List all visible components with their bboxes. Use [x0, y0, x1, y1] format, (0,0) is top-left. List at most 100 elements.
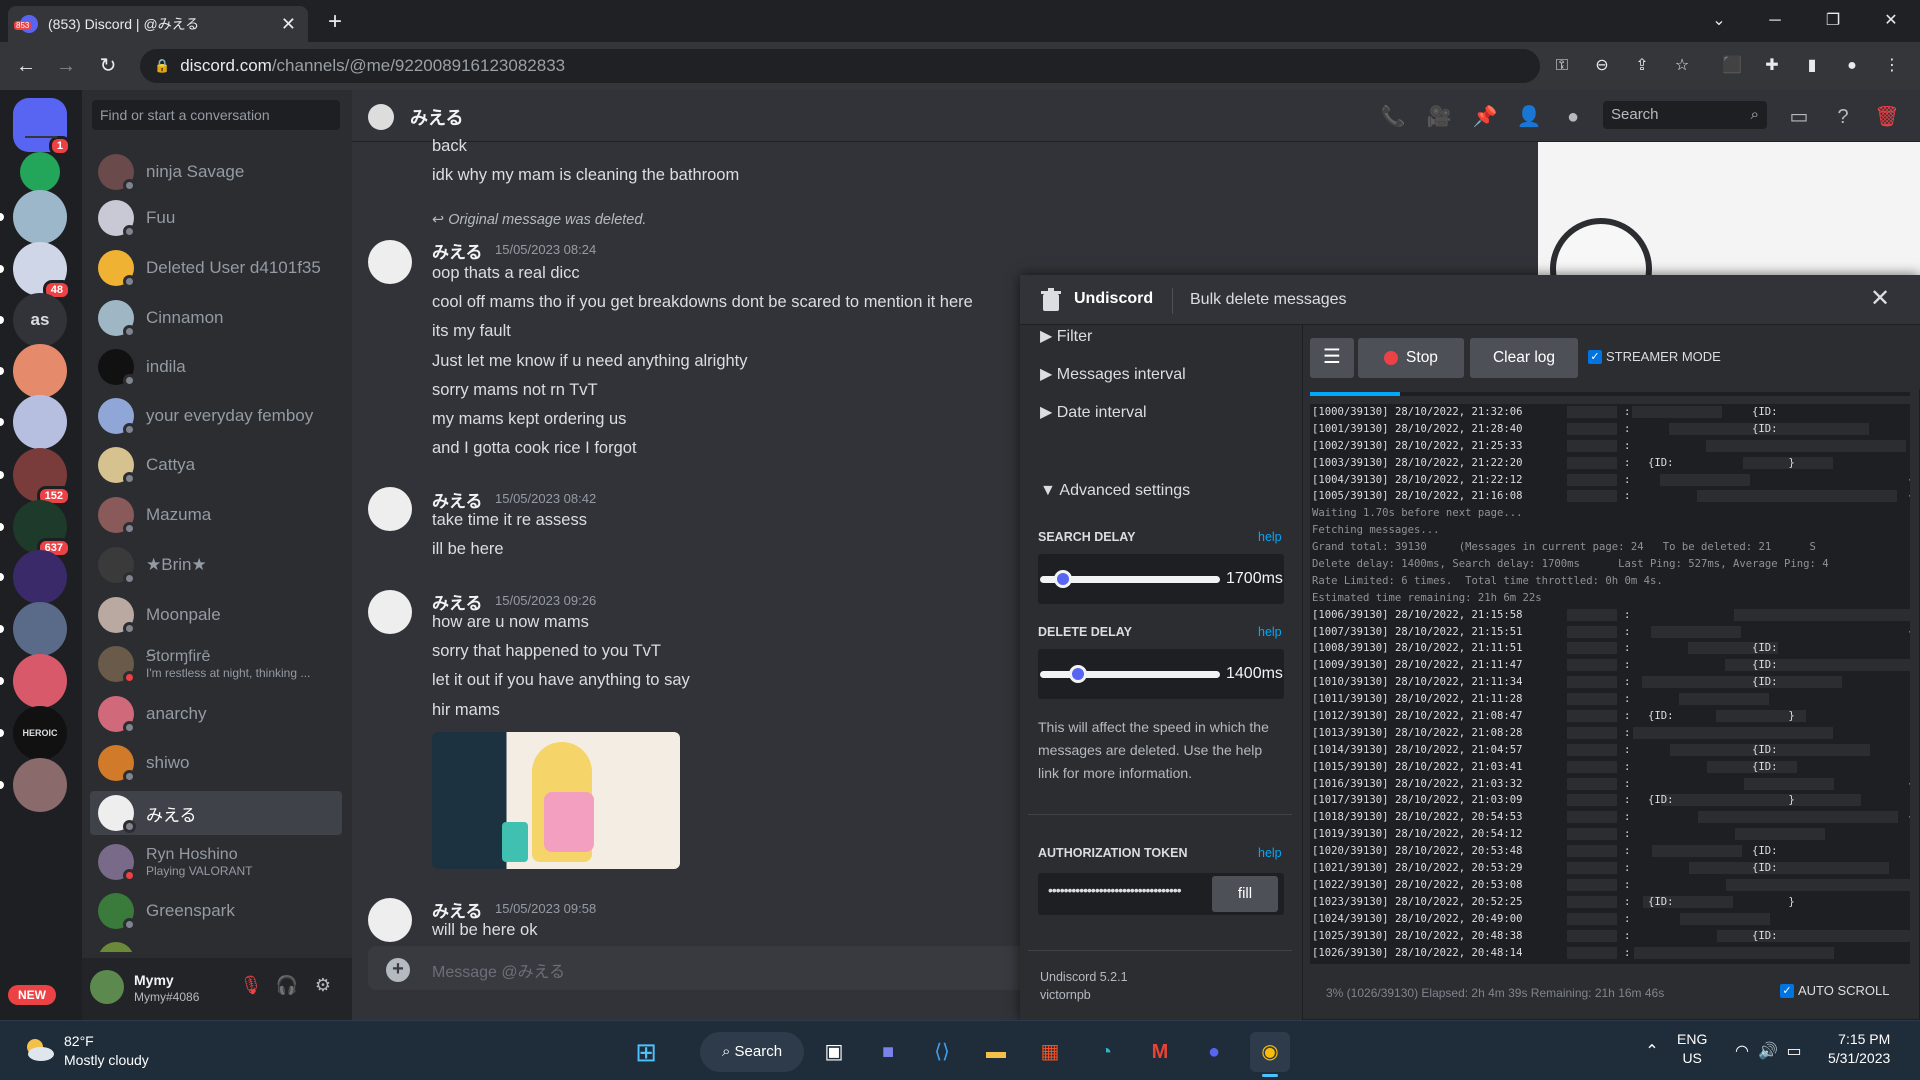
show-hidden-icons-icon[interactable]: ⌃ [1632, 1032, 1672, 1072]
server-icon[interactable] [20, 152, 60, 192]
fill-token-button[interactable]: fill [1212, 876, 1278, 912]
discord-app-icon[interactable]: ● [1194, 1032, 1234, 1072]
dm-item[interactable]: Ꞩtorɱfirē I'm restless at night, thinking… [90, 642, 342, 686]
server-icon[interactable]: as [13, 293, 67, 347]
deletion-log[interactable]: [1000/39130] 28/10/2022, 21:32:06: {ID: [1… [1310, 404, 1910, 964]
dm-item[interactable]: Fuu [90, 196, 342, 240]
new-tab-button[interactable]: + [320, 8, 350, 38]
dm-search-input[interactable]: Find or start a conversation [92, 100, 340, 130]
menu-toggle-button[interactable]: ☰ [1310, 338, 1354, 378]
dm-item[interactable]: shiwo [90, 741, 342, 785]
search-delay-help-link[interactable]: help [1258, 530, 1282, 544]
server-icon[interactable]: 637 [13, 500, 71, 558]
server-icon[interactable] [13, 758, 67, 812]
dm-item[interactable]: みえる [90, 791, 342, 835]
weather-widget[interactable]: 82°F Mostly cloudy [20, 1032, 149, 1070]
bookmark-star-icon[interactable]: ☆ [1668, 52, 1696, 80]
auto-scroll-checkbox[interactable]: ✓ AUTO SCROLL [1780, 983, 1890, 998]
server-icon[interactable] [13, 190, 67, 244]
server-icon[interactable] [13, 602, 67, 656]
dm-item[interactable]: ★Brin★ [90, 543, 342, 587]
dm-item[interactable]: Moonpale [90, 593, 342, 637]
section-date-interval[interactable]: ▶ Date interval [1040, 402, 1147, 422]
delete-delay-slider-thumb[interactable] [1068, 665, 1087, 683]
tab-close-icon[interactable]: ✕ [281, 14, 296, 35]
profile-icon[interactable]: ● [1838, 52, 1866, 80]
edge-icon[interactable]: ◔ [1086, 1032, 1126, 1072]
server-icon[interactable] [13, 395, 67, 449]
server-icon[interactable] [13, 654, 67, 708]
chrome-app-icon[interactable]: ◉ [1250, 1032, 1290, 1072]
system-clock[interactable]: 7:15 PM 5/31/2023 [1828, 1030, 1890, 1068]
delete-delay-slider-track[interactable] [1040, 671, 1220, 678]
attach-plus-icon[interactable]: + [386, 958, 410, 982]
dm-item[interactable]: Deleted User d4101f35 [90, 246, 342, 290]
avatar[interactable] [368, 590, 412, 634]
key-icon[interactable]: ⚿ [1548, 52, 1576, 80]
vscode-icon[interactable]: ⟨⟩ [922, 1032, 962, 1072]
user-profile-icon[interactable]: ● [1560, 104, 1586, 130]
forward-icon[interactable]: → [50, 50, 82, 82]
maximize-button[interactable]: ❐ [1810, 6, 1856, 36]
chat-search-input[interactable]: Search ⌕ [1603, 101, 1767, 129]
dm-item[interactable]: anarchy [90, 692, 342, 736]
task-view-icon[interactable]: ▣ [814, 1032, 854, 1072]
taskbar-search-button[interactable]: ⌕ Search [700, 1032, 804, 1072]
tab-search-icon[interactable]: ⌄ [1696, 6, 1742, 36]
voice-call-icon[interactable]: 📞 [1380, 104, 1406, 130]
url-bar[interactable]: 🔒 discord.com/channels/@me/9220089161230… [140, 49, 1540, 83]
add-friends-icon[interactable]: 👤 [1516, 104, 1542, 130]
settings-gear-icon[interactable]: ⚙ [310, 975, 336, 1001]
close-icon[interactable]: ✕ [1866, 286, 1894, 314]
server-icon[interactable]: 1 [13, 98, 71, 156]
extensions-puzzle-icon[interactable]: ✚ [1758, 52, 1786, 80]
dm-item[interactable]: Cinnamon [90, 296, 342, 340]
dm-item[interactable]: Greenspark [90, 889, 342, 933]
dm-item[interactable]: ninja Savage [90, 150, 342, 194]
browser-tab[interactable]: 853 (853) Discord | @みえる ✕ [8, 6, 308, 42]
battery-icon[interactable]: ▭ [1774, 1032, 1814, 1072]
section-messages-interval[interactable]: ▶ Messages interval [1040, 364, 1186, 384]
avatar[interactable] [368, 487, 412, 531]
message-image-attachment[interactable] [432, 732, 680, 869]
section-advanced-settings[interactable]: ▼ Advanced settings [1040, 482, 1190, 500]
zoom-icon[interactable]: ⊖ [1588, 52, 1616, 80]
microsoft-store-icon[interactable]: ▦ [1030, 1032, 1070, 1072]
dm-item[interactable]: indila [90, 345, 342, 389]
chrome-menu-icon[interactable]: ⋮ [1878, 52, 1906, 80]
video-call-icon[interactable]: 🎥 [1426, 104, 1452, 130]
undiscord-trash-icon[interactable]: 🗑 [1874, 104, 1900, 130]
message-author[interactable]: みえる [432, 487, 483, 512]
share-icon[interactable]: ⇪ [1628, 52, 1656, 80]
auth-token-help-link[interactable]: help [1258, 846, 1282, 860]
dm-item[interactable]: your everyday femboy [90, 394, 342, 438]
reload-icon[interactable]: ↻ [92, 50, 124, 82]
extension-undiscord-icon[interactable]: ⬛ [1718, 52, 1746, 80]
input-language[interactable]: ENG US [1677, 1030, 1707, 1068]
dm-item[interactable]: Ryn Hoshino Playing VALORANT [90, 840, 342, 884]
message-author[interactable]: みえる [432, 238, 483, 263]
mute-mic-icon[interactable]: 🎙 [238, 975, 264, 1001]
headphones-icon[interactable]: 🎧 [274, 975, 300, 1001]
windows-start-icon[interactable]: ⊞ [626, 1032, 666, 1072]
teams-chat-icon[interactable]: ■ [868, 1032, 908, 1072]
side-panel-icon[interactable]: ▮ [1798, 52, 1826, 80]
server-icon[interactable]: HEROIC STORY [13, 706, 67, 792]
avatar[interactable] [368, 898, 412, 942]
streamer-mode-checkbox[interactable]: ✓ STREAMER MODE [1588, 349, 1721, 364]
message-author[interactable]: みえる [432, 589, 483, 614]
close-window-button[interactable]: ✕ [1868, 6, 1914, 36]
stop-button[interactable]: Stop [1358, 338, 1464, 378]
inbox-icon[interactable]: ▭ [1786, 104, 1812, 130]
server-icon[interactable] [13, 344, 67, 398]
server-icon[interactable]: 152 [13, 448, 71, 506]
dm-item[interactable]: Mazuma [90, 493, 342, 537]
help-icon[interactable]: ? [1830, 104, 1856, 130]
server-icon[interactable] [13, 550, 67, 604]
back-icon[interactable]: ← [10, 50, 42, 82]
clear-log-button[interactable]: Clear log [1470, 338, 1578, 378]
dm-item[interactable]: Cattya [90, 443, 342, 487]
message-author[interactable]: みえる [432, 897, 483, 922]
section-filter[interactable]: ▶ Filter [1040, 326, 1092, 346]
pinned-messages-icon[interactable]: 📌 [1472, 104, 1498, 130]
